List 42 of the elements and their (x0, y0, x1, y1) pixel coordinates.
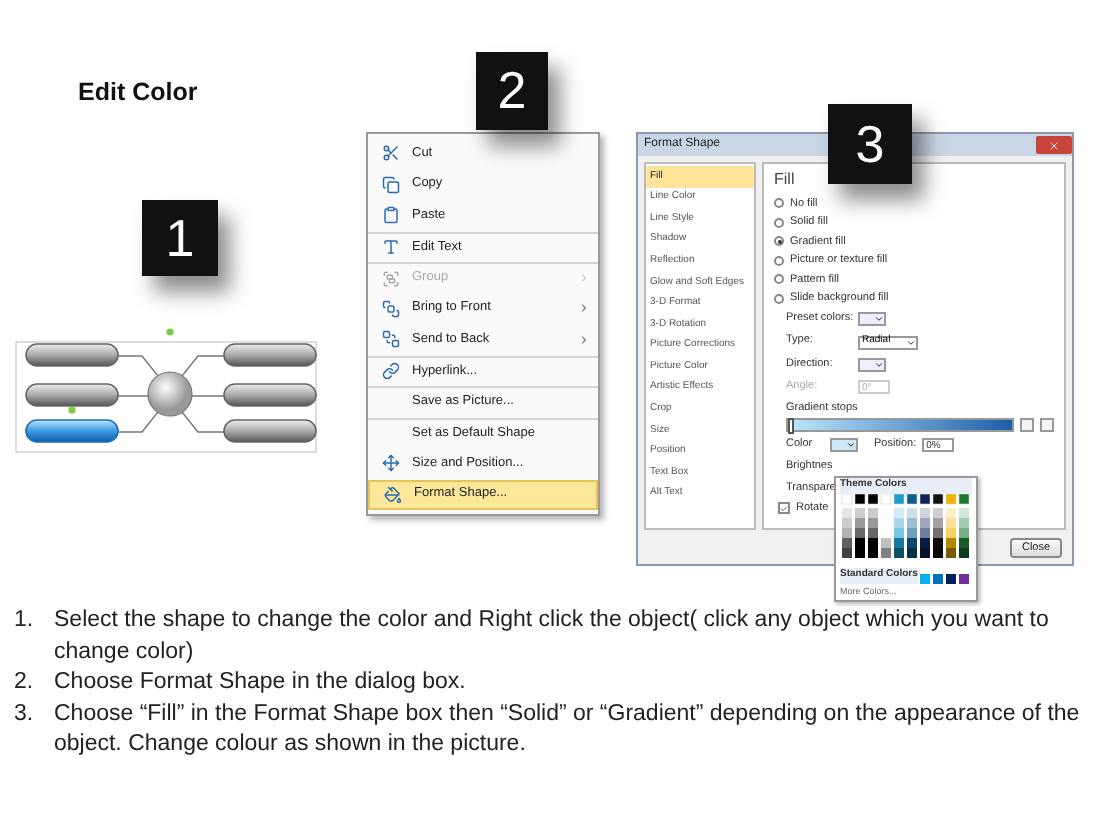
list-number: 3. (14, 699, 36, 729)
direction-dropdown[interactable] (858, 358, 886, 372)
scissors-icon (381, 144, 399, 163)
step-badge: 3 (828, 104, 912, 184)
step-badge: 2 (476, 52, 548, 130)
radio-button[interactable] (774, 198, 784, 208)
radio-button[interactable] (774, 217, 784, 227)
link-icon (381, 362, 399, 381)
step-badge: 1 (142, 200, 218, 276)
close-icon (1048, 139, 1060, 151)
list-number: 1. (14, 606, 36, 636)
add-stop-button[interactable] (1020, 418, 1034, 433)
radio-button[interactable] (774, 293, 784, 303)
fill-heading: Fill (774, 168, 797, 192)
caret-icon (906, 337, 916, 347)
radio-button[interactable] (774, 255, 784, 265)
color-dropdown[interactable] (830, 438, 858, 453)
gradient-stops-bar[interactable] (786, 418, 1014, 433)
caret-icon (874, 314, 884, 324)
slide-title: Edit Color (78, 76, 198, 110)
close-button[interactable] (1036, 136, 1072, 154)
group-icon (381, 269, 399, 288)
checkbox[interactable] (778, 502, 790, 515)
instruction-text: Choose Format Shape in the dialog box. (54, 668, 466, 698)
send-to-back-icon (381, 330, 399, 349)
caret-icon (874, 360, 884, 370)
check-icon (780, 503, 788, 514)
clipboard-icon (381, 206, 399, 225)
remove-stop-button[interactable] (1040, 418, 1054, 433)
copy-icon (381, 175, 399, 194)
list-number: 2. (14, 668, 36, 698)
move-icon (381, 454, 399, 473)
radio-button[interactable] (774, 274, 784, 284)
instruction-text: Select the shape to change the color and Right click the object( click any object which you want to change color) (54, 606, 1051, 667)
preset-colors-dropdown[interactable] (858, 312, 886, 326)
instruction-text: Choose “Fill” in the Format Shape box then “Solid” or “Gradient” depending on the appearance of the object. Change colour as shown in the picture. (54, 699, 1082, 760)
caret-icon (846, 440, 856, 451)
color-swatches-drawing (840, 493, 972, 585)
text-icon (381, 238, 399, 257)
bring-to-front-icon (381, 299, 399, 318)
radio-button[interactable] (774, 236, 784, 246)
paint-bucket-icon (383, 485, 401, 504)
